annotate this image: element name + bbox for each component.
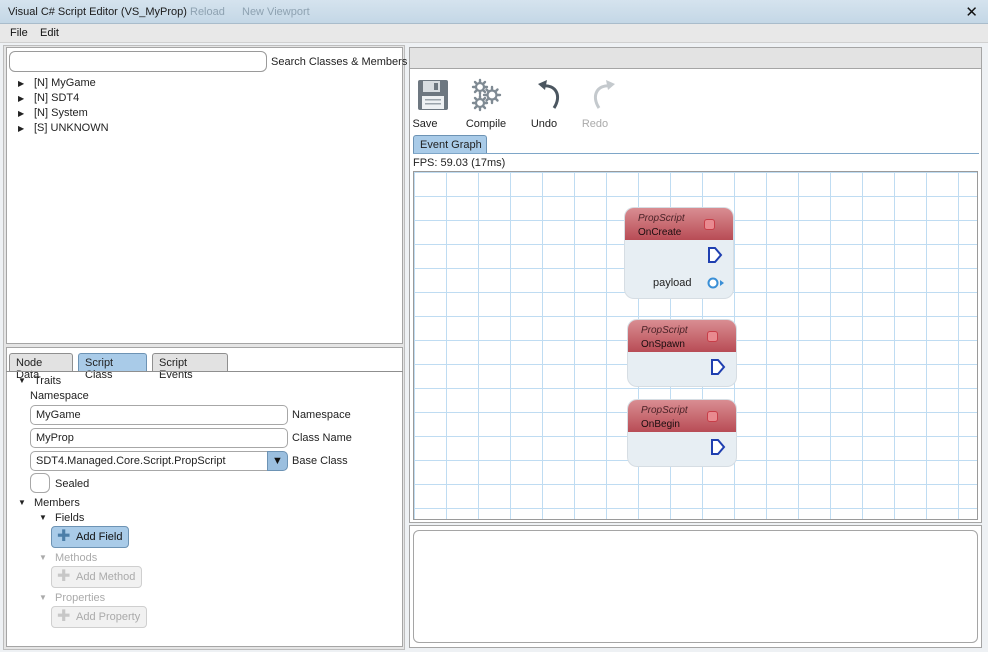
expand-arrow-icon[interactable]: ▶ <box>18 94 34 103</box>
add-property-label: Add Property <box>76 611 141 623</box>
undo-arrow-icon <box>538 80 559 109</box>
collapse-arrow-icon[interactable]: ▼ <box>18 376 26 385</box>
collapse-arrow-icon[interactable]: ▼ <box>18 498 26 507</box>
add-method-button[interactable]: ✚ Add Method <box>51 566 142 588</box>
save-label: Save <box>412 118 438 130</box>
stop-icon[interactable] <box>704 219 715 230</box>
editor-header <box>409 47 982 68</box>
collapse-arrow-icon: ▼ <box>39 553 47 562</box>
tree-item-unknown[interactable]: ▶ [S] UNKNOWN <box>18 122 109 136</box>
tab-divider <box>6 371 403 372</box>
add-field-button[interactable]: ✚ Add Field <box>51 526 129 548</box>
ghost-menu-new-viewport: New Viewport <box>242 6 310 18</box>
plus-icon: ✚ <box>57 528 71 545</box>
menu-file[interactable]: File <box>10 27 28 39</box>
namespace-field[interactable]: MyGame <box>30 405 288 425</box>
class-name-label: Class Name <box>292 432 352 444</box>
redo-label: Redo <box>581 118 609 130</box>
tree-item-label: [S] UNKNOWN <box>34 122 109 134</box>
menu-bar: File Edit <box>0 24 988 43</box>
exec-pin-icon[interactable] <box>710 438 726 456</box>
node-header: PropScript OnCreate <box>625 208 733 240</box>
search-label: Search Classes & Members <box>271 56 408 68</box>
tree-item-sdt4[interactable]: ▶ [N] SDT4 <box>18 92 79 106</box>
node-event: OnBegin <box>641 419 680 430</box>
title-bar: Visual C# Script Editor (VS_MyProp) Relo… <box>0 0 988 24</box>
redo-arrow-icon <box>594 80 615 109</box>
tree-item-label: [N] MyGame <box>34 77 96 89</box>
close-icon[interactable]: ✕ <box>965 3 978 21</box>
node-header: PropScript OnBegin <box>628 400 736 432</box>
tree-item-mygame[interactable]: ▶ [N] MyGame <box>18 77 96 91</box>
traits-header: Traits <box>34 375 62 387</box>
tab-node-data[interactable]: Node Data <box>9 353 73 381</box>
event-node-oncreate[interactable]: PropScript OnCreate payload <box>625 208 733 298</box>
gears-icon <box>471 78 502 112</box>
plus-icon: ✚ <box>57 568 71 585</box>
node-event: OnCreate <box>638 227 682 238</box>
collapse-arrow-icon: ▼ <box>39 593 47 602</box>
tree-item-system[interactable]: ▶ [N] System <box>18 107 88 121</box>
node-header: PropScript OnSpawn <box>628 320 736 352</box>
collapse-arrow-icon[interactable]: ▼ <box>39 513 47 522</box>
ghost-menu-reload: Reload <box>190 6 225 18</box>
expand-arrow-icon[interactable]: ▶ <box>18 79 34 88</box>
exec-pin-icon[interactable] <box>707 246 723 264</box>
event-graph-canvas[interactable]: PropScript OnCreate payload PropScript O… <box>413 171 978 520</box>
tab-script-class[interactable]: Script Class <box>78 353 147 381</box>
search-input[interactable] <box>9 51 267 72</box>
exec-pin-icon[interactable] <box>710 358 726 376</box>
namespace-heading: Namespace <box>30 390 89 402</box>
sealed-checkbox[interactable] <box>30 473 50 493</box>
tab-event-graph[interactable]: Event Graph <box>413 135 487 154</box>
base-class-label: Base Class <box>292 455 348 467</box>
tree-item-label: [N] System <box>34 107 88 119</box>
tree-item-label: [N] SDT4 <box>34 92 80 104</box>
add-property-button[interactable]: ✚ Add Property <box>51 606 147 628</box>
node-class: PropScript <box>641 325 688 336</box>
fps-readout: FPS: 59.03 (17ms) <box>413 157 506 169</box>
data-pin-icon[interactable] <box>707 276 725 290</box>
menu-edit[interactable]: Edit <box>40 27 59 39</box>
pin-label-payload: payload <box>653 277 692 289</box>
members-header: Members <box>34 497 80 509</box>
methods-header: Methods <box>55 552 98 564</box>
node-class: PropScript <box>641 405 688 416</box>
add-method-label: Add Method <box>76 571 136 583</box>
stop-icon[interactable] <box>707 411 718 422</box>
dropdown-arrow-icon[interactable]: ▼ <box>267 451 288 471</box>
node-event: OnSpawn <box>641 339 685 350</box>
stop-icon[interactable] <box>707 331 718 342</box>
output-panel[interactable] <box>413 530 978 643</box>
properties-header: Properties <box>55 592 106 604</box>
expand-arrow-icon[interactable]: ▶ <box>18 109 34 118</box>
namespace-label: Namespace <box>292 409 351 421</box>
sealed-label: Sealed <box>55 478 90 490</box>
compile-label: Compile <box>465 118 507 130</box>
tab-script-events[interactable]: Script Events <box>152 353 228 381</box>
floppy-disk-icon <box>418 80 448 110</box>
base-class-select[interactable]: SDT4.Managed.Core.Script.PropScript <box>30 451 268 471</box>
plus-icon: ✚ <box>57 608 71 625</box>
tab-underline <box>413 153 979 154</box>
class-name-field[interactable]: MyProp <box>30 428 288 448</box>
event-node-onbegin[interactable]: PropScript OnBegin <box>628 400 736 466</box>
undo-label: Undo <box>530 118 558 130</box>
add-field-label: Add Field <box>76 531 123 543</box>
fields-header: Fields <box>55 512 85 524</box>
event-node-onspawn[interactable]: PropScript OnSpawn <box>628 320 736 386</box>
node-class: PropScript <box>638 213 685 224</box>
window-title: Visual C# Script Editor (VS_MyProp) <box>8 6 187 18</box>
expand-arrow-icon[interactable]: ▶ <box>18 124 34 133</box>
